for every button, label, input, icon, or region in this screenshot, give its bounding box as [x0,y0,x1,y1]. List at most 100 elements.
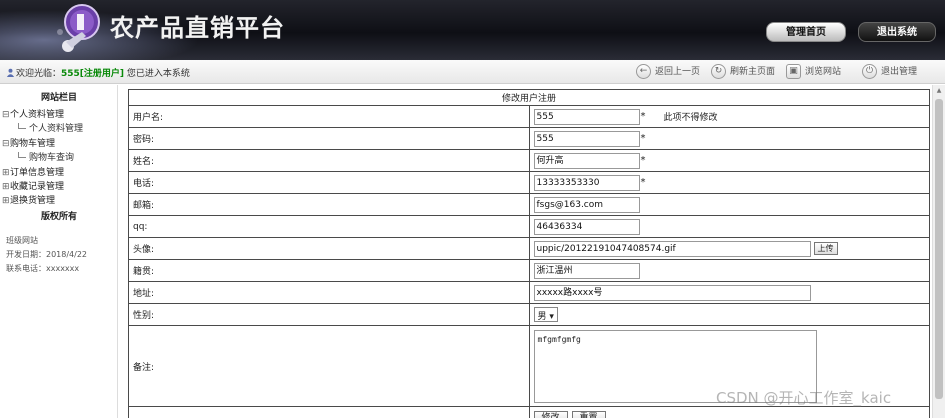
collapse-icon[interactable]: ⊟ [2,139,10,149]
username-input[interactable]: 555 [533,108,640,125]
field-label: 电话: [128,171,530,194]
welcome-prefix: 欢迎光临： [16,69,62,79]
field-cell: uppic/20122191047408574.gif 上传 [528,237,930,260]
browse-label: 浏览网站 [805,67,842,77]
address-input[interactable]: xxxxx路xxxx号 [533,284,811,301]
exit-admin-label: 退出管理 [881,67,918,77]
form-row-name: 姓名: 何升高 * [128,149,930,172]
expand-icon[interactable]: ⊞ [2,196,10,206]
hometown-input[interactable]: 浙江温州 [533,262,640,279]
back-button[interactable]: ← 返回上一页 [636,64,700,80]
exit-admin-button[interactable]: ⏻ 退出管理 [862,64,917,80]
sidebar-item-label: 购物车管理 [10,139,56,149]
form-row-phone: 电话: 13333353330 * [128,171,930,194]
form-row-username: 用户名: 555 * 此项不得修改 [128,105,930,128]
form-row-actions: 修改 重置 [128,406,930,418]
field-cell: 555 * 此项不得修改 [528,105,930,128]
user-icon [6,68,15,77]
gender-select[interactable]: 男 ▾ [533,307,558,322]
refresh-label: 刷新主页面 [730,67,776,77]
site-title: 农产品直销平台 [110,13,285,42]
expand-icon[interactable]: ⊞ [2,168,10,178]
sidebar-subitem-label: 购物车查询 [29,153,75,163]
field-label: 性别: [128,303,530,326]
form-row-hometown: 籍贯: 浙江温州 [128,259,930,282]
sidebar-item-profile-management[interactable]: ⊟个人资料管理 [2,107,64,120]
field-label: 邮箱: [128,193,530,216]
field-cell: 何升高 * [528,149,930,172]
logout-button[interactable]: 退出系统 [858,22,936,42]
form-row-email: 邮箱: fsgs@163.com [128,193,930,216]
copyright-title: 版权所有 [40,212,77,222]
browse-icon: ▣ [786,64,801,79]
sidebar-subitem-label: 个人资料管理 [29,124,84,134]
welcome-username: 555[注册用户] [61,69,125,79]
refresh-button[interactable]: ↻ 刷新主页面 [711,64,775,80]
email-input[interactable]: fsgs@163.com [533,196,640,213]
back-label: 返回上一页 [655,67,701,77]
watermark: CSDN @开心工作室_kaic [716,389,892,407]
expand-icon[interactable]: ⊞ [2,182,10,192]
sidebar-subitem-cart-query[interactable]: 购物车查询 [18,150,74,163]
reset-button[interactable]: 重置 [571,410,606,418]
site-org: 班级网站 [6,236,38,245]
sidebar-item-favorites-management[interactable]: ⊞收藏记录管理 [2,179,64,192]
readonly-note: 此项不得修改 [663,113,718,123]
empty-cell [128,406,530,418]
gender-selected-value: 男 [537,312,547,322]
scroll-up-icon[interactable]: ▲ [933,85,945,97]
sidebar-item-order-management[interactable]: ⊞订单信息管理 [2,165,64,178]
edit-user-form: 修改用户注册 用户名: 555 * 此项不得修改 密码: 555 * 姓名: 何升高 *… [128,89,930,418]
form-row-password: 密码: 555 * [128,127,930,150]
sidebar-subitem-profile[interactable]: 个人资料管理 [18,121,83,134]
required-mark: * [640,133,646,144]
collapse-icon[interactable]: ⊟ [2,110,10,120]
field-cell: 555 * [528,127,930,150]
form-row-gender: 性别: 男 ▾ [128,303,930,326]
required-mark: * [640,155,646,166]
contact-phone: 联系电话：xxxxxxx [6,264,80,273]
actions-cell: 修改 重置 [528,406,930,418]
form-row-avatar: 头像: uppic/20122191047408574.gif 上传 [128,237,930,260]
form-row-address: 地址: xxxxx路xxxx号 [128,281,930,304]
field-label: 密码: [128,127,530,150]
field-cell: 13333353330 * [528,171,930,194]
required-mark: * [640,177,646,188]
back-icon: ← [636,64,651,79]
field-cell: xxxxx路xxxx号 [528,281,930,304]
sidebar-item-returns-management[interactable]: ⊞退换货管理 [2,193,55,206]
sidebar-item-label: 收藏记录管理 [10,182,65,192]
sidebar-title: 网站栏目 [40,93,77,103]
submit-button[interactable]: 修改 [533,410,568,418]
form-row-qq: qq: 46436334 [128,215,930,238]
field-label: 用户名: [128,105,530,128]
field-cell: fsgs@163.com [528,193,930,216]
phone-input[interactable]: 13333353330 [533,174,640,191]
site-header: 农产品直销平台 管理首页 退出系统 [0,0,945,60]
field-label: qq: [128,215,530,238]
tree-line [18,152,26,158]
vertical-scrollbar[interactable]: ▲ [932,85,945,418]
qq-input[interactable]: 46436334 [533,218,640,235]
dev-date: 开发日期：2018/4/22 [6,250,88,259]
name-input[interactable]: 何升高 [533,152,640,169]
dropdown-arrow-icon: ▾ [549,312,554,322]
field-label: 备注: [128,325,530,407]
required-mark: * [640,111,646,122]
toolbar: 欢迎光临：555[注册用户] 您已进入本系统 ← 返回上一页 ↻ 刷新主页面 ▣ 浏览… [0,60,945,84]
scroll-thumb[interactable] [935,99,943,399]
refresh-icon: ↻ [711,64,726,79]
tree-line [18,123,26,129]
sidebar-item-cart-management[interactable]: ⊟购物车管理 [2,136,55,149]
admin-home-button[interactable]: 管理首页 [766,22,846,42]
field-cell: 浙江温州 [528,259,930,282]
upload-button[interactable]: 上传 [813,242,838,255]
sidebar-item-label: 退换货管理 [10,196,56,206]
welcome-suffix: 您已进入本系统 [126,69,190,79]
password-input[interactable]: 555 [533,130,640,147]
browse-site-button[interactable]: ▣ 浏览网站 [786,64,841,80]
sidebar: 网站栏目 ⊟个人资料管理 个人资料管理 ⊟购物车管理 购物车查询 ⊞订单信息管理… [0,85,118,418]
field-label: 姓名: [128,149,530,172]
avatar-path-input[interactable]: uppic/20122191047408574.gif [533,240,811,257]
field-label: 头像: [128,237,530,260]
